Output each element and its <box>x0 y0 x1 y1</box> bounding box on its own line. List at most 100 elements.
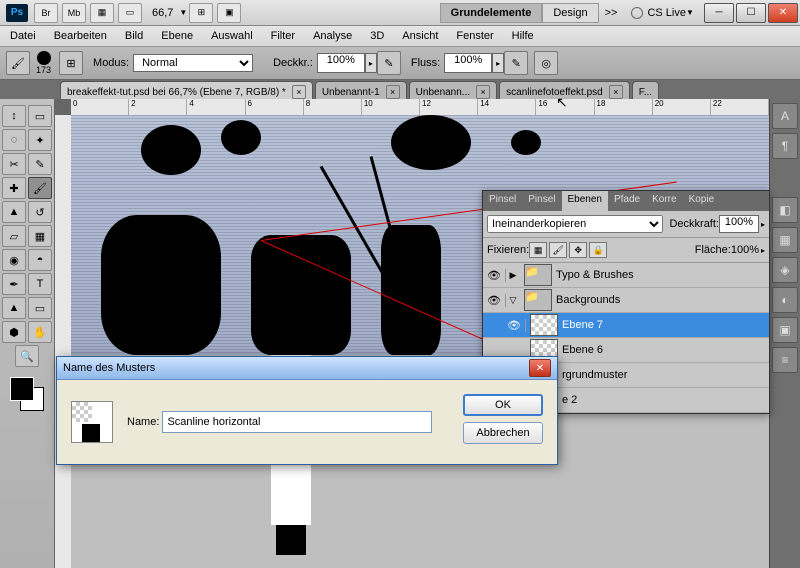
tab-kopie[interactable]: Kopie <box>683 191 721 211</box>
menu-hilfe[interactable]: Hilfe <box>512 30 534 42</box>
tab-ebenen[interactable]: Ebenen <box>562 191 608 211</box>
minibridge-button[interactable]: Mb <box>62 3 86 23</box>
cslive-button[interactable]: CS Live▼ <box>631 7 696 19</box>
lock-transparent-icon[interactable]: ▦ <box>529 242 547 258</box>
blur-tool[interactable]: ◉ <box>2 249 26 271</box>
workspace-expand[interactable]: >> <box>605 7 618 19</box>
zoom-dropdown-icon[interactable]: ▼ <box>179 8 189 17</box>
opacity-arrow-icon[interactable]: ▸ <box>761 220 765 229</box>
opacity-input[interactable]: 100% <box>317 53 365 73</box>
visibility-icon[interactable]: 👁 <box>483 294 506 307</box>
eraser-tool[interactable]: ▱ <box>2 225 26 247</box>
paragraph-panel-icon[interactable]: ¶ <box>772 133 798 159</box>
fill-arrow-icon[interactable]: ▸ <box>761 246 765 255</box>
close-button[interactable]: ✕ <box>768 3 798 23</box>
workspace-grundelemente[interactable]: Grundelemente <box>440 3 543 23</box>
color-panel-icon[interactable]: ◧ <box>772 197 798 223</box>
ok-button[interactable]: OK <box>463 394 543 416</box>
3d-tool[interactable]: ⬢ <box>2 321 26 343</box>
menu-ansicht[interactable]: Ansicht <box>402 30 438 42</box>
tab-pinsel[interactable]: Pinsel <box>483 191 522 211</box>
minimize-button[interactable]: ─ <box>704 3 734 23</box>
collapse-icon[interactable]: ▽ <box>506 295 520 306</box>
blend-mode-select[interactable]: Normal <box>133 54 253 72</box>
hand-tool[interactable]: ✋ <box>28 321 52 343</box>
menu-filter[interactable]: Filter <box>271 30 295 42</box>
view-extras-button[interactable]: ▦ <box>90 3 114 23</box>
layer-row-ebene7[interactable]: 👁 Ebene 7 <box>483 313 769 338</box>
heal-tool[interactable]: ✚ <box>2 177 26 199</box>
menu-datei[interactable]: Datei <box>10 30 36 42</box>
menu-ebene[interactable]: Ebene <box>161 30 193 42</box>
fill-input[interactable]: 100% <box>731 244 759 256</box>
menu-3d[interactable]: 3D <box>370 30 384 42</box>
tab-pfade[interactable]: Pfade <box>608 191 646 211</box>
layers-panel-icon[interactable]: ≡ <box>772 347 798 373</box>
brush-panel-button[interactable]: ⊞ <box>59 51 83 75</box>
menu-auswahl[interactable]: Auswahl <box>211 30 253 42</box>
crop-tool[interactable]: ✂ <box>2 153 26 175</box>
zoom-tool[interactable]: 🔍 <box>15 345 39 367</box>
visibility-icon[interactable]: 👁 <box>483 269 506 282</box>
workspace-design[interactable]: Design <box>542 3 598 23</box>
cancel-button[interactable]: Abbrechen <box>463 422 543 444</box>
styles-panel-icon[interactable]: ◈ <box>772 257 798 283</box>
visibility-icon[interactable]: 👁 <box>503 319 526 332</box>
layer-opacity-input[interactable]: 100% <box>719 215 759 233</box>
opacity-arrow-icon[interactable]: ▸ <box>365 53 377 73</box>
screen-button[interactable]: ▣ <box>217 3 241 23</box>
screen-mode-button[interactable]: ▭ <box>118 3 142 23</box>
pen-tool[interactable]: ✒ <box>2 273 26 295</box>
lock-all-icon[interactable]: 🔒 <box>589 242 607 258</box>
airbrush-button[interactable]: ✎ <box>504 51 528 75</box>
arrange-button[interactable]: ⊞ <box>189 3 213 23</box>
menu-analyse[interactable]: Analyse <box>313 30 352 42</box>
type-tool[interactable]: T <box>28 273 52 295</box>
wand-tool[interactable]: ✦ <box>28 129 52 151</box>
close-tab-icon[interactable]: × <box>476 85 490 99</box>
eyedrop-tool[interactable]: ✎ <box>28 153 52 175</box>
flow-label: Fluss: <box>411 57 440 69</box>
tablet-size-button[interactable]: ◎ <box>534 51 558 75</box>
adjustments-panel-icon[interactable]: ◐ <box>772 287 798 313</box>
close-tab-icon[interactable]: × <box>609 85 623 99</box>
expand-icon[interactable]: ▶ <box>506 270 520 281</box>
dodge-tool[interactable]: ◓ <box>28 249 52 271</box>
color-swatches[interactable] <box>10 377 44 411</box>
maximize-button[interactable]: ☐ <box>736 3 766 23</box>
close-tab-icon[interactable]: × <box>386 85 400 99</box>
close-tab-icon[interactable]: × <box>292 85 306 99</box>
menu-bild[interactable]: Bild <box>125 30 143 42</box>
lock-paint-icon[interactable]: 🖌 <box>549 242 567 258</box>
pattern-name-input[interactable] <box>162 411 432 433</box>
path-select-tool[interactable]: ▲ <box>2 297 26 319</box>
layer-blend-select[interactable]: Ineinanderkopieren <box>487 215 663 233</box>
menu-fenster[interactable]: Fenster <box>456 30 493 42</box>
gradient-tool[interactable]: ▦ <box>28 225 52 247</box>
masks-panel-icon[interactable]: ▣ <box>772 317 798 343</box>
zoom-level[interactable]: 66,7 <box>152 7 173 19</box>
swatches-panel-icon[interactable]: ▦ <box>772 227 798 253</box>
shape-tool[interactable]: ▭ <box>28 297 52 319</box>
flow-input[interactable]: 100% <box>444 53 492 73</box>
type-panel-icon[interactable]: A <box>772 103 798 129</box>
layer-row-group-backgrounds[interactable]: 👁 ▽ 📁 Backgrounds <box>483 288 769 313</box>
marquee-tool[interactable]: ▭ <box>28 105 52 127</box>
tab-korrekturen[interactable]: Korre <box>646 191 682 211</box>
tab-pinsel2[interactable]: Pinsel <box>522 191 561 211</box>
brush-tool[interactable]: 🖌 <box>28 177 52 199</box>
history-brush-tool[interactable]: ↺ <box>28 201 52 223</box>
dialog-close-icon[interactable]: ✕ <box>529 359 551 377</box>
menu-bearbeiten[interactable]: Bearbeiten <box>54 30 107 42</box>
lock-move-icon[interactable]: ✥ <box>569 242 587 258</box>
brush-preview[interactable]: 173 <box>36 51 51 75</box>
lasso-tool[interactable]: ◌ <box>2 129 26 151</box>
layer-row-group-typo[interactable]: 👁 ▶ 📁 Typo & Brushes <box>483 263 769 288</box>
stamp-tool[interactable]: ▲ <box>2 201 26 223</box>
bridge-button[interactable]: Br <box>34 3 58 23</box>
flow-arrow-icon[interactable]: ▸ <box>492 53 504 73</box>
move-tool[interactable]: ↕ <box>2 105 26 127</box>
tablet-opacity-button[interactable]: ✎ <box>377 51 401 75</box>
layer-opacity-label: Deckkraft: <box>669 218 719 230</box>
tool-preset-icon[interactable]: 🖌 <box>6 51 30 75</box>
